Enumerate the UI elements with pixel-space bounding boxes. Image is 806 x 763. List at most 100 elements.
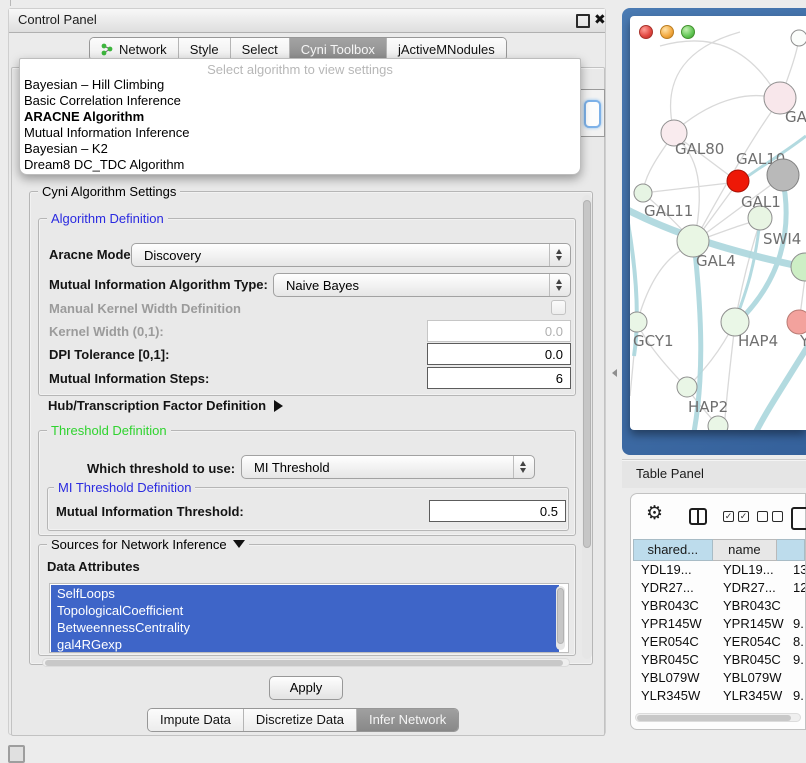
- tab-discretize-data[interactable]: Discretize Data: [243, 709, 356, 731]
- table-cell: YBR043C: [723, 597, 781, 615]
- table-header: shared... name: [633, 539, 805, 561]
- table-row[interactable]: YER054CYER054C8.: [633, 633, 805, 651]
- combo-spinner-icon: [556, 278, 563, 292]
- hub-definition-expander[interactable]: Hub/Transcription Factor Definition: [48, 398, 283, 413]
- dropdown-option[interactable]: Bayesian – K2: [24, 141, 108, 157]
- column-header-clipped[interactable]: [777, 539, 805, 561]
- close-icon[interactable]: ✖: [594, 11, 606, 28]
- node-label: HAP2: [688, 398, 728, 416]
- tab-infer-network[interactable]: Infer Network: [356, 709, 458, 731]
- table-cell: YBR043C: [641, 597, 699, 615]
- attribute-item[interactable]: SelfLoops: [51, 585, 559, 602]
- table-cell: YBL079W: [641, 669, 700, 687]
- network-node-gal11[interactable]: [634, 184, 652, 202]
- minimized-panel-icon[interactable]: [8, 745, 25, 763]
- group-title: Cyni Algorithm Settings: [38, 184, 180, 199]
- table-cell: YPR145W: [641, 615, 702, 633]
- table-hscrollbar-thumb[interactable]: [637, 715, 791, 721]
- table-row[interactable]: YPR145WYPR145W9.: [633, 615, 805, 633]
- which-threshold-label: Which threshold to use:: [87, 461, 235, 476]
- network-node[interactable]: [791, 30, 806, 46]
- focused-spinner-button[interactable]: [584, 100, 601, 128]
- node-label: Y: [799, 332, 806, 350]
- combo-spinner-icon: [556, 248, 563, 262]
- attribute-item[interactable]: BetweennessCentrality: [51, 619, 559, 636]
- checked-checkbox-icon: ✓: [738, 511, 749, 522]
- columns-icon[interactable]: [689, 508, 707, 525]
- table-cell: YBR045C: [641, 651, 699, 669]
- dropdown-option-selected[interactable]: ARACNE Algorithm: [24, 109, 144, 125]
- mi-algorithm-type-combo[interactable]: Naive Bayes: [273, 273, 571, 297]
- column-header-shared-name[interactable]: shared...: [633, 539, 713, 561]
- dpi-tolerance-field[interactable]: 0.0: [427, 343, 571, 365]
- tab-cyni-toolbox[interactable]: Cyni Toolbox: [289, 38, 386, 60]
- node-label: SWI4: [763, 230, 801, 248]
- unchecked-checkbox-icon: [757, 511, 768, 522]
- table-cell: 9.: [793, 687, 804, 705]
- aracne-mode-label: Aracne Mode:: [49, 247, 135, 262]
- dropdown-option[interactable]: Mutual Information Inference: [24, 125, 189, 141]
- tab-label: Cyni Toolbox: [301, 42, 375, 57]
- table-row[interactable]: YBR043C YBR043C: [633, 597, 805, 615]
- table-row[interactable]: YDL19...YDL19...13: [633, 561, 805, 579]
- sources-collapse-toggle[interactable]: Sources for Network Inference: [47, 537, 249, 552]
- settings-scrollbar-thumb[interactable]: [583, 200, 591, 548]
- table-panel-titlebar: Table Panel: [622, 459, 806, 488]
- data-attributes-list[interactable]: SelfLoops TopologicalCoefficient Between…: [49, 583, 569, 653]
- attribute-item[interactable]: TopologicalCoefficient: [51, 602, 559, 619]
- mi-threshold-field[interactable]: 0.5: [429, 500, 566, 522]
- network-node-hap2[interactable]: [677, 377, 697, 397]
- node-label: GAL1: [741, 193, 781, 211]
- dropdown-option[interactable]: Bayesian – Hill Climbing: [24, 77, 164, 93]
- column-header-name[interactable]: name: [713, 539, 778, 561]
- tab-select[interactable]: Select: [230, 38, 289, 60]
- dropdown-option[interactable]: Dream8 DC_TDC Algorithm: [24, 157, 184, 173]
- table-panel: ⚙ ✓ ✓ shared... name YDL19...YDL19...13Y…: [630, 493, 806, 730]
- select-all-columns-icon[interactable]: ✓ ✓: [723, 511, 749, 522]
- network-node-swi4[interactable]: [791, 253, 806, 281]
- manual-kernel-checkbox[interactable]: [551, 300, 566, 315]
- hub-definition-label: Hub/Transcription Factor Definition: [48, 398, 266, 413]
- which-threshold-combo[interactable]: MI Threshold: [241, 455, 535, 479]
- aracne-mode-combo[interactable]: Discovery: [131, 243, 571, 267]
- deselect-all-columns-icon[interactable]: [757, 511, 783, 522]
- unchecked-checkbox-icon: [772, 511, 783, 522]
- clipped-ui-line: [10, 0, 11, 6]
- dropdown-option[interactable]: Basic Correlation Inference: [24, 93, 181, 109]
- tab-jactivemnodules[interactable]: jActiveMNodules: [386, 38, 506, 60]
- table-hscrollbar-track[interactable]: [635, 713, 801, 722]
- mi-threshold-definition-group: MI Threshold Definition Mutual Informati…: [47, 487, 569, 531]
- network-node[interactable]: [767, 159, 799, 191]
- tab-impute-data[interactable]: Impute Data: [148, 709, 243, 731]
- apply-button[interactable]: Apply: [269, 676, 343, 700]
- combo-cap: [549, 244, 570, 266]
- table-row[interactable]: YBL079WYBL079W: [633, 669, 805, 687]
- network-node-y[interactable]: [787, 310, 806, 334]
- gear-icon[interactable]: ⚙: [646, 504, 663, 523]
- network-view-window[interactable]: GALGAL80GAL10GAL1GAL11GAL4SWI4GCY1HAP4YH…: [630, 16, 806, 430]
- tab-label: jActiveMNodules: [398, 42, 495, 57]
- data-attributes-label: Data Attributes: [47, 559, 140, 574]
- table-cell: YDR27...: [641, 579, 694, 597]
- mi-steps-field[interactable]: 6: [427, 367, 571, 389]
- split-pane-collapse-handle[interactable]: [612, 369, 617, 377]
- settings-hscrollbar-track[interactable]: [42, 658, 570, 667]
- toolbox-bottom-tabs: Impute Data Discretize Data Infer Networ…: [147, 708, 459, 732]
- table-row[interactable]: YLR345WYLR345W9.: [633, 687, 805, 705]
- tab-network[interactable]: Network: [90, 38, 178, 60]
- network-node-gal10[interactable]: [727, 170, 749, 192]
- network-svg[interactable]: GALGAL80GAL10GAL1GAL11GAL4SWI4GCY1HAP4YH…: [630, 16, 806, 430]
- table-row[interactable]: YBR045CYBR045C9.: [633, 651, 805, 669]
- tab-style[interactable]: Style: [178, 38, 230, 60]
- table-row[interactable]: YIL053CYIL053C9: [633, 705, 805, 706]
- attributes-scrollbar-thumb[interactable]: [557, 588, 564, 644]
- node-label: GAL11: [644, 202, 693, 220]
- expand-arrow-icon: [274, 400, 283, 412]
- float-window-icon[interactable]: [576, 14, 590, 28]
- settings-hscrollbar-thumb[interactable]: [45, 660, 563, 666]
- table-row[interactable]: YDR27...YDR27...12: [633, 579, 805, 597]
- attribute-item[interactable]: gal4RGexp: [51, 636, 559, 653]
- kernel-width-field[interactable]: 0.0: [427, 320, 571, 342]
- export-table-icon[interactable]: [791, 507, 806, 530]
- network-node-gcy1[interactable]: [630, 312, 647, 332]
